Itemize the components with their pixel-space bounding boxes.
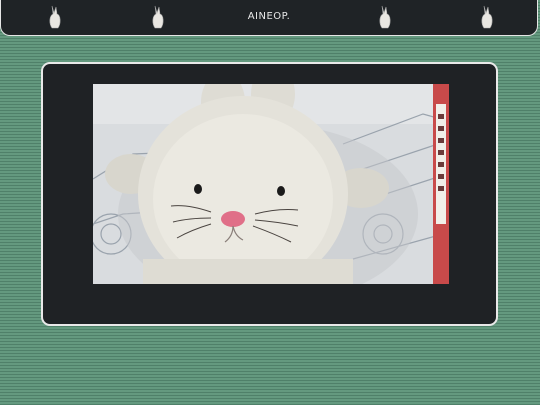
media-frame (41, 62, 498, 326)
bunny-icon[interactable] (478, 4, 496, 32)
brand-title: AINEOP. (247, 11, 291, 22)
top-navigation-bar: AINEOP. (0, 0, 538, 36)
bunny-icon[interactable] (376, 4, 394, 32)
plush-bunny-photo (93, 84, 449, 284)
photo-viewer[interactable] (93, 84, 449, 284)
